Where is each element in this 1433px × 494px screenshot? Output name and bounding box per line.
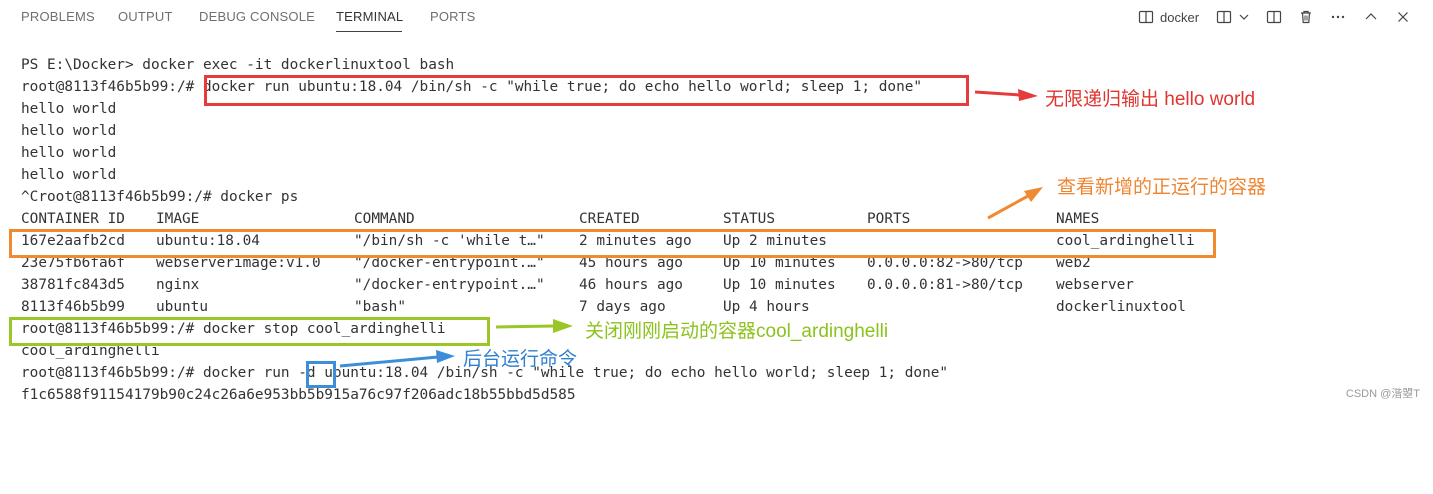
- blue-arrow: [339, 350, 455, 368]
- red-arrow: [974, 89, 1038, 101]
- annotation-stop-container: 关闭刚刚启动的容器cool_ardinghelli: [585, 321, 889, 342]
- annotation-infinite-output: 无限递归输出 hello world: [1045, 89, 1256, 110]
- green-arrow: [495, 319, 573, 333]
- orange-arrow: [987, 187, 1043, 220]
- annotation-view-running: 查看新增的正运行的容器: [1057, 177, 1267, 198]
- annotation-arrows: [339, 89, 1043, 368]
- annotation-background-flag: 后台运行命令: [463, 349, 578, 370]
- watermark: CSDN @湝曌T: [1345, 388, 1420, 400]
